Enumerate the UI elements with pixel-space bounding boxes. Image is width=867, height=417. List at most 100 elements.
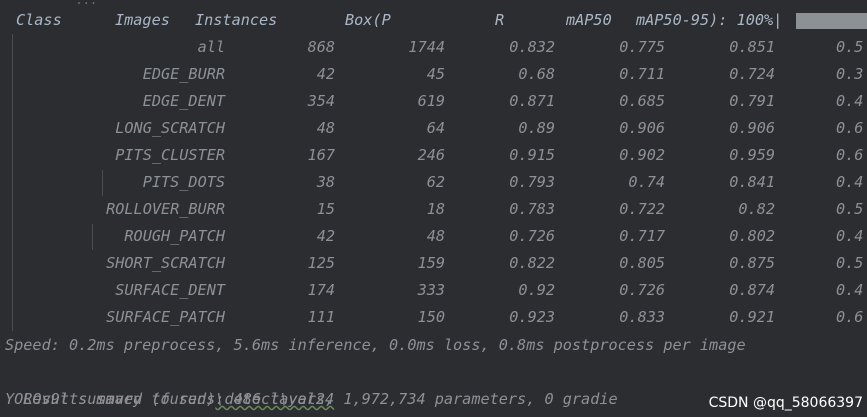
cell-class: EDGE_BURR — [142, 65, 225, 83]
cell-recall: 0.726 — [619, 281, 665, 299]
table-row: PITS_CLUSTER 167 246 0.915 0.902 0.959 0.6 — [0, 142, 867, 169]
cell-map50-95: 0.4 — [836, 227, 864, 245]
cell-precision: 0.89 — [518, 119, 555, 137]
cell-map50: 0.851 — [729, 38, 775, 56]
cell-instances: 159 — [417, 254, 445, 272]
cell-recall: 0.906 — [619, 119, 665, 137]
cell-class: SURFACE_PATCH — [106, 308, 225, 326]
cell-precision: 0.726 — [509, 227, 555, 245]
header-map50: mAP50 — [566, 11, 612, 29]
cell-map50: 0.802 — [729, 227, 775, 245]
cell-instances: 619 — [417, 92, 445, 110]
header-map50-95: mAP50-95): 100%| — [636, 11, 783, 29]
cell-class: SHORT_SCRATCH — [106, 254, 225, 272]
cell-map50: 0.875 — [729, 254, 775, 272]
cell-precision: 0.783 — [509, 200, 555, 218]
table-row: LONG_SCRATCH 48 64 0.89 0.906 0.906 0.6 — [0, 115, 867, 142]
cell-precision: 0.92 — [518, 281, 555, 299]
speed-line: Speed: 0.2ms preprocess, 5.6ms inference… — [5, 336, 746, 354]
cell-images: 111 — [307, 308, 335, 326]
cell-precision: 0.915 — [509, 146, 555, 164]
cell-images: 868 — [307, 38, 335, 56]
header-r: R — [495, 11, 505, 29]
cell-class: EDGE_DENT — [142, 92, 225, 110]
table-row: PITS_DOTS 38 62 0.793 0.74 0.841 0.4 — [0, 169, 867, 196]
cell-class: SURFACE_DENT — [115, 281, 225, 299]
cell-precision: 0.822 — [509, 254, 555, 272]
cell-map50: 0.959 — [729, 146, 775, 164]
cell-map50-95: 0.4 — [836, 92, 864, 110]
cell-class: PITS_DOTS — [142, 173, 225, 191]
cell-map50: 0.841 — [729, 173, 775, 191]
cell-instances: 48 — [426, 227, 445, 245]
cell-map50-95: 0.5 — [836, 38, 864, 56]
cell-recall: 0.711 — [619, 65, 665, 83]
cell-map50-95: 0.5 — [836, 200, 864, 218]
cell-images: 125 — [307, 254, 335, 272]
header-instances: Instances — [195, 11, 278, 29]
cell-class: all — [197, 38, 225, 56]
cell-precision: 0.923 — [509, 308, 555, 326]
table-row: ROLLOVER_BURR 15 18 0.783 0.722 0.82 0.5 — [0, 196, 867, 223]
cell-map50-95: 0.5 — [836, 254, 864, 272]
cell-map50-95: 0.6 — [836, 308, 864, 326]
cell-class: PITS_CLUSTER — [115, 146, 225, 164]
results-line: Results saved to runs\detect\val24 — [5, 359, 334, 408]
cell-map50: 0.82 — [738, 200, 775, 218]
cell-precision: 0.793 — [509, 173, 555, 191]
table-row: SHORT_SCRATCH 125 159 0.822 0.805 0.875 0.5 — [0, 250, 867, 277]
cell-instances: 18 — [426, 200, 445, 218]
summary-line: YOLOv9t summary (fused): 486 layers, 1,9… — [5, 390, 618, 408]
cell-precision: 0.68 — [518, 65, 555, 83]
cell-instances: 246 — [417, 146, 445, 164]
cell-recall: 0.833 — [619, 308, 665, 326]
cell-images: 42 — [316, 227, 335, 245]
header-box-p: Box(P — [345, 11, 391, 29]
cell-recall: 0.685 — [619, 92, 665, 110]
cell-class: ROUGH_PATCH — [124, 227, 225, 245]
table-row: SURFACE_PATCH 111 150 0.923 0.833 0.921 0.6 — [0, 304, 867, 331]
header-class: Class — [16, 11, 62, 29]
cell-images: 48 — [316, 119, 335, 137]
cell-recall: 0.722 — [619, 200, 665, 218]
cell-map50-95: 0.4 — [836, 281, 864, 299]
cell-instances: 64 — [426, 119, 445, 137]
cell-precision: 0.832 — [509, 38, 555, 56]
cell-images: 42 — [316, 65, 335, 83]
metrics-header: Class Images Instances Box(P R mAP50 mAP… — [0, 7, 867, 34]
cell-instances: 45 — [426, 65, 445, 83]
cell-images: 38 — [316, 173, 335, 191]
cell-map50: 0.906 — [729, 119, 775, 137]
cell-class: LONG_SCRATCH — [115, 119, 225, 137]
cell-map50-95: 0.4 — [836, 173, 864, 191]
header-images: Images — [115, 11, 170, 29]
table-row: all 868 1744 0.832 0.775 0.851 0.5 — [0, 34, 867, 61]
cell-instances: 1744 — [408, 38, 445, 56]
cell-recall: 0.805 — [619, 254, 665, 272]
cell-images: 167 — [307, 146, 335, 164]
cell-recall: 0.775 — [619, 38, 665, 56]
table-row: ROUGH_PATCH 42 48 0.726 0.717 0.802 0.4 — [0, 223, 867, 250]
cell-class: ROLLOVER_BURR — [106, 200, 225, 218]
cell-precision: 0.871 — [509, 92, 555, 110]
cell-images: 174 — [307, 281, 335, 299]
cell-map50: 0.874 — [729, 281, 775, 299]
table-row: EDGE_BURR 42 45 0.68 0.711 0.724 0.3 — [0, 61, 867, 88]
csdn-watermark: CSDN @qq_58066397 — [708, 395, 863, 411]
cell-map50-95: 0.6 — [836, 146, 864, 164]
table-row: SURFACE_DENT 174 333 0.92 0.726 0.874 0.4 — [0, 277, 867, 304]
cell-map50: 0.724 — [729, 65, 775, 83]
cell-instances: 333 — [417, 281, 445, 299]
cell-instances: 62 — [426, 173, 445, 191]
cell-map50: 0.921 — [729, 308, 775, 326]
table-row: EDGE_DENT 354 619 0.871 0.685 0.791 0.4 — [0, 88, 867, 115]
cell-instances: 150 — [417, 308, 445, 326]
cell-map50-95: 0.6 — [836, 119, 864, 137]
cell-recall: 0.902 — [619, 146, 665, 164]
cell-recall: 0.74 — [628, 173, 665, 191]
clipped-text-fragment: ... — [76, 0, 98, 7]
cell-map50: 0.791 — [729, 92, 775, 110]
cell-images: 15 — [316, 200, 335, 218]
cell-images: 354 — [307, 92, 335, 110]
progress-bar-fill — [796, 13, 867, 29]
